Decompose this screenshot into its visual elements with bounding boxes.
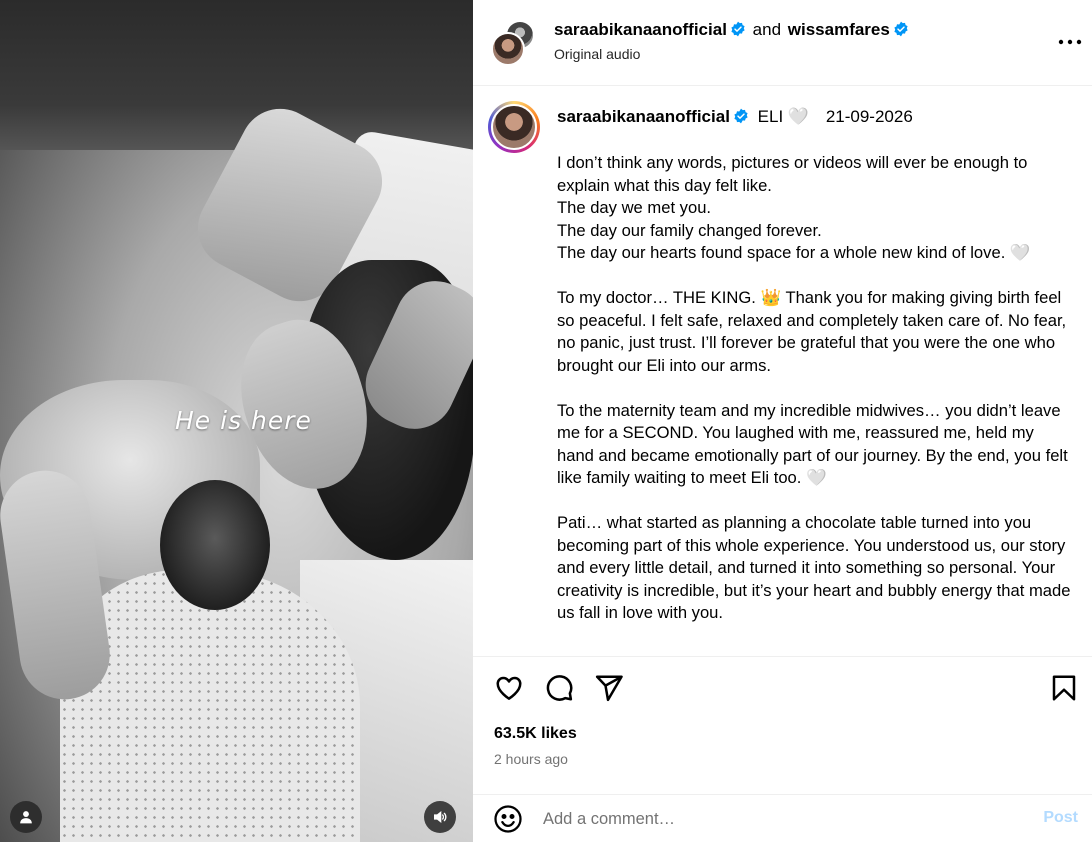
caption-avatar[interactable] <box>488 101 540 153</box>
avatar-saraabikanaanofficial[interactable] <box>491 32 525 66</box>
verified-badge-icon <box>731 21 745 37</box>
comment-bubble-icon[interactable] <box>544 673 574 703</box>
post-comment-button[interactable]: Post <box>1043 809 1078 827</box>
post-timestamp[interactable]: 2 hours ago <box>494 751 568 767</box>
caption-paragraph: To the maternity team and my incredible … <box>557 400 1068 488</box>
save-bookmark-icon[interactable] <box>1049 673 1079 703</box>
audio-toggle-button[interactable] <box>424 801 456 833</box>
audio-link[interactable]: Original audio <box>554 46 640 62</box>
speaker-icon <box>434 810 447 824</box>
post-header: saraabikanaanofficial and wissamfares Or… <box>473 0 1092 86</box>
media-shirt <box>0 0 473 150</box>
comment-bar: Post <box>473 794 1092 842</box>
media-overlay-text: He is here <box>175 406 312 435</box>
username-link-2[interactable]: wissamfares <box>788 20 890 39</box>
post-panel: saraabikanaanofficial and wissamfares Or… <box>473 0 1092 842</box>
more-icon <box>1058 39 1082 45</box>
like-heart-icon[interactable] <box>494 673 524 703</box>
username-link-1[interactable]: saraabikanaanofficial <box>554 20 727 39</box>
caption-paragraph: Pati… what started as planning a chocola… <box>557 513 1071 622</box>
caption-paragraph: I don’t think any words, pictures or vid… <box>557 153 1031 262</box>
caption-header: saraabikanaanofficial ELI 🤍 21-09-2026 <box>557 107 913 127</box>
caption-text: I don’t think any words, pictures or vid… <box>557 152 1072 647</box>
tagged-users-button[interactable] <box>10 801 42 833</box>
user-icon <box>20 811 32 824</box>
caption-section[interactable]: saraabikanaanofficial ELI 🤍 21-09-2026 I… <box>473 87 1092 655</box>
emoji-icon[interactable] <box>493 804 523 834</box>
share-send-icon[interactable] <box>594 673 624 703</box>
more-options-button[interactable] <box>1056 30 1084 54</box>
media-baby-head <box>160 480 270 610</box>
caption-username[interactable]: saraabikanaanofficial <box>557 107 730 126</box>
caption-paragraph: To my doctor… THE KING. 👑 Thank you for … <box>557 288 1067 375</box>
and-text: and <box>752 20 782 39</box>
verified-badge-icon <box>734 108 748 124</box>
avatar <box>491 104 537 150</box>
collab-names: saraabikanaanofficial and wissamfares <box>554 20 909 40</box>
collab-avatars[interactable] <box>491 20 537 66</box>
heart-emoji: 🤍 <box>787 107 810 126</box>
caption-title: ELI <box>757 107 784 126</box>
action-bar <box>473 656 1092 718</box>
verified-badge-icon <box>894 21 908 37</box>
comment-input[interactable] <box>543 807 1013 831</box>
likes-count[interactable]: 63.5K likes <box>494 725 577 743</box>
post-media[interactable]: He is here <box>0 0 473 842</box>
media-gown <box>60 570 360 842</box>
caption-date: 21-09-2026 <box>825 107 913 126</box>
